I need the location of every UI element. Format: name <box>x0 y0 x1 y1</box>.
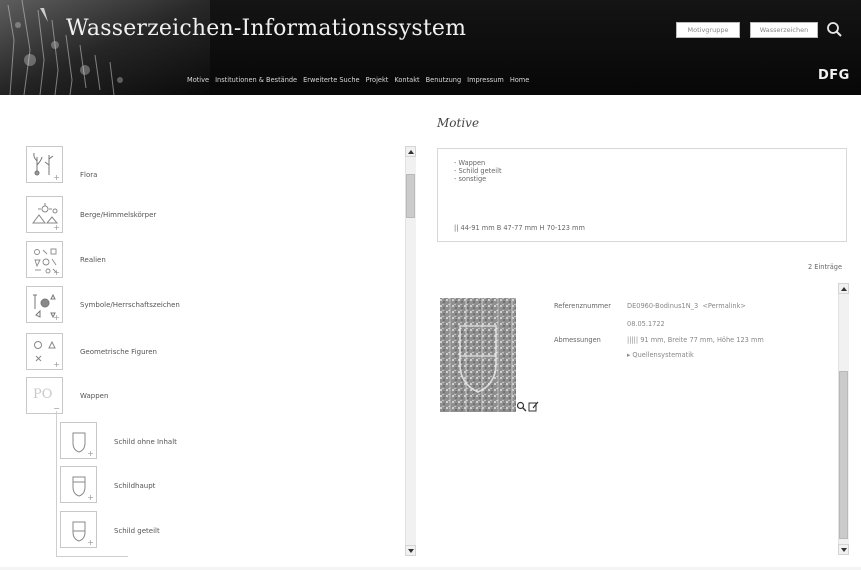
motive-info-box: - Wappen - Schild geteilt - sonstige || … <box>437 148 847 242</box>
info-line: - Schild geteilt <box>454 167 502 175</box>
nav-item-motive[interactable]: Motive <box>187 74 209 86</box>
nav-item-benutzung[interactable]: Benutzung <box>426 74 462 86</box>
geometrische-thumbnail-icon: + <box>26 333 63 370</box>
search-icon[interactable] <box>825 20 845 40</box>
scroll-up-arrow-icon[interactable] <box>838 283 849 294</box>
quellensystematik-link[interactable]: ▸ Quellensystematik <box>627 351 694 359</box>
nav-item-erweiterte-suche[interactable]: Erweiterte Suche <box>303 74 359 86</box>
category-item-geometrische-figuren[interactable]: + Geometrische Figuren <box>26 333 396 370</box>
abmessungen-value: ||||| 91 mm, Breite 77 mm, Höhe 123 mm <box>627 336 764 344</box>
flora-thumbnail-icon: + <box>26 146 63 183</box>
header-bar: Wasserzeichen-Informationssystem Motivgr… <box>0 0 861 95</box>
category-label: Wappen <box>80 392 109 400</box>
subcategory-label: Schild geteilt <box>114 527 160 535</box>
symbole-thumbnail-icon: + <box>26 286 63 323</box>
main-navigation: Motive Institutionen & Bestände Erweiter… <box>187 74 535 86</box>
category-item-symbole[interactable]: + Symbole/Herrschaftszeichen <box>26 286 396 323</box>
schild-ohne-inhalt-thumbnail-icon: + <box>60 422 97 459</box>
category-item-flora[interactable]: + Flora <box>26 146 396 183</box>
entries-count: 2 Einträge <box>808 263 843 271</box>
info-line: - sonstige <box>454 175 487 183</box>
scroll-up-arrow-icon[interactable] <box>405 146 416 157</box>
zoom-icon[interactable] <box>516 401 527 412</box>
nav-item-institutionen[interactable]: Institutionen & Bestände <box>215 74 297 86</box>
referenznummer-label: Referenznummer <box>554 302 611 310</box>
page-title: Motive <box>437 116 480 130</box>
subcategory-label: Schildhaupt <box>114 482 156 490</box>
category-item-berge[interactable]: + Berge/Himmelskörper <box>26 196 396 233</box>
info-line: - Wappen <box>454 159 486 167</box>
edit-note-icon[interactable] <box>528 401 539 412</box>
category-label: Flora <box>80 171 98 179</box>
category-list-scrollbar[interactable] <box>405 146 416 556</box>
category-item-realien[interactable]: + Realien <box>26 241 396 278</box>
info-dimensions: || 44-91 mm B 47-77 mm H 70-123 mm <box>454 224 585 232</box>
scroll-down-arrow-icon[interactable] <box>405 545 416 556</box>
watermark-result-image[interactable] <box>440 298 516 412</box>
wappen-thumb-text: PO <box>33 387 53 402</box>
header-watermark-art <box>0 0 210 95</box>
subcategory-item-schild-geteilt[interactable]: + Schild geteilt <box>60 511 390 548</box>
schildhaupt-thumbnail-icon: + <box>60 466 97 503</box>
nav-item-projekt[interactable]: Projekt <box>366 74 389 86</box>
category-label: Symbole/Herrschaftszeichen <box>80 301 180 309</box>
nav-item-home[interactable]: Home <box>510 74 529 86</box>
category-label: Berge/Himmelskörper <box>80 211 157 219</box>
dfg-logo[interactable]: DFG <box>818 68 854 88</box>
nav-item-kontakt[interactable]: Kontakt <box>394 74 419 86</box>
subcategory-item-schildhaupt[interactable]: + Schildhaupt <box>60 466 390 503</box>
subcategory-label: Schild ohne Inhalt <box>114 438 177 446</box>
category-label: Realien <box>80 256 106 264</box>
scrollbar-thumb[interactable] <box>839 371 848 539</box>
referenznummer-value: DE0960-Bodinus1N_3 <Permalink> <box>627 302 746 310</box>
tree-connector-line <box>56 411 57 556</box>
permalink-link[interactable]: <Permalink> <box>702 302 746 310</box>
wasserzeichen-button[interactable]: Wasserzeichen <box>750 22 818 38</box>
motive-category-list: + Flora + Berge/Himmelskörper + Realien <box>22 140 417 560</box>
category-item-wappen[interactable]: PO − Wappen <box>26 377 396 414</box>
nav-item-impressum[interactable]: Impressum <box>467 74 504 86</box>
scrollbar-thumb[interactable] <box>406 174 415 218</box>
realien-thumbnail-icon: + <box>26 241 63 278</box>
scroll-down-arrow-icon[interactable] <box>838 544 849 555</box>
subcategory-item-schild-ohne-inhalt[interactable]: + Schild ohne Inhalt <box>60 422 390 459</box>
motivgruppe-button[interactable]: Motivgruppe <box>676 22 740 38</box>
app-title: Wasserzeichen-Informationssystem <box>66 16 467 41</box>
berge-thumbnail-icon: + <box>26 196 63 233</box>
wappen-thumbnail-icon: PO − <box>26 377 63 414</box>
tree-connector-line <box>56 556 128 557</box>
category-label: Geometrische Figuren <box>80 348 157 356</box>
abmessungen-label: Abmessungen <box>554 336 601 344</box>
results-scrollbar[interactable] <box>838 283 849 555</box>
referenznummer-text: DE0960-Bodinus1N_3 <box>627 302 699 310</box>
schild-geteilt-thumbnail-icon: + <box>60 511 97 548</box>
date-value: 08.05.1722 <box>627 320 665 328</box>
